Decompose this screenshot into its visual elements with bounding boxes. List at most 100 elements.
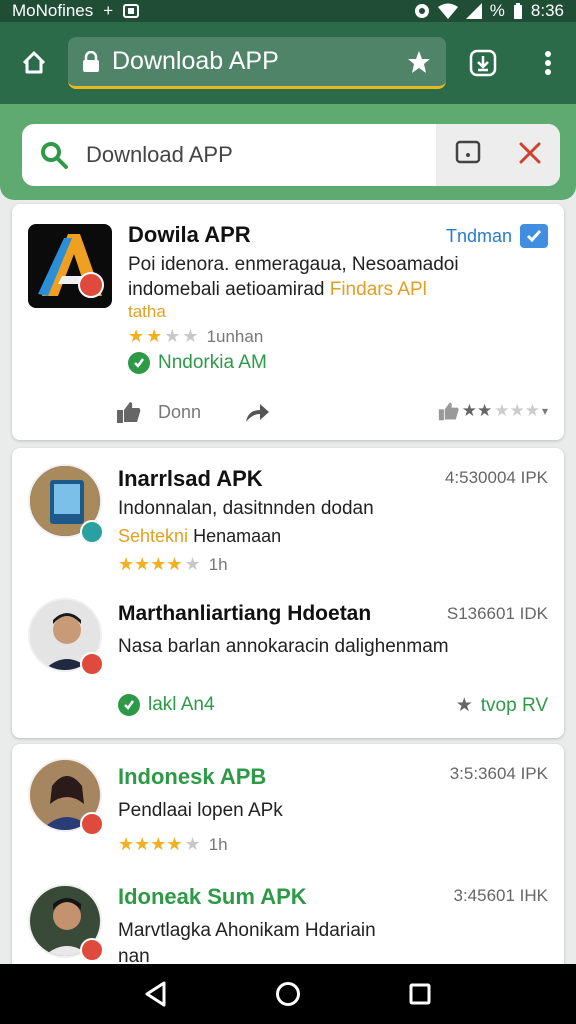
battery-icon (513, 3, 522, 19)
avatar-badge (80, 520, 104, 544)
back-button[interactable] (136, 974, 176, 1014)
thumbs-up-icon (438, 402, 459, 421)
bookmark-star-button[interactable] (406, 49, 432, 75)
result-desc: Marvtlagka Ahonikam Hdariain (118, 920, 376, 941)
result-rating-text: 1h (208, 834, 228, 854)
wifi-icon (437, 3, 458, 19)
star-icon: ★ (182, 326, 199, 346)
like-label: Donn (158, 402, 202, 422)
battery-percent: % (489, 1, 505, 20)
search-input[interactable] (86, 142, 436, 168)
star-icon (408, 50, 430, 73)
featured-title: Dowila APR (128, 222, 251, 247)
search-icon-wrap (22, 141, 86, 169)
clock: 8:36 (530, 1, 564, 20)
result-verified: lakl An4 (118, 694, 215, 716)
app-logo (28, 224, 112, 308)
verified-icon (118, 694, 140, 716)
result-tag-right-text: tvop RV (480, 694, 548, 716)
result-rating: ★★★★ ★ 1h (118, 554, 228, 575)
result-desc: Nasa barlan annokaracin dalighenmam (118, 636, 449, 657)
status-bar: MoNofines + % 8:36 (0, 0, 576, 22)
check-icon (520, 224, 548, 248)
result-rating: ★★★★ ★ 1h (118, 834, 228, 855)
carrier-label: MoNofines (12, 1, 94, 20)
avatar-badge (80, 938, 104, 962)
star-icon: ★ (146, 326, 163, 346)
url-text: Downloab APP (112, 47, 279, 75)
star-icon: ★ (164, 326, 181, 346)
star-icon: ★★ (461, 401, 493, 420)
chevron-down-icon: ▾ (541, 404, 548, 418)
search-box (22, 124, 560, 186)
result-price: 3:5:3604 IPK (449, 764, 548, 783)
url-bar[interactable]: Downloab APP (68, 37, 446, 89)
star-icon: ★★★ (494, 401, 540, 420)
home-button[interactable] (0, 22, 68, 104)
featured-desc-line3: tatha (128, 302, 166, 321)
verified-icon (128, 352, 150, 374)
recents-icon (409, 983, 431, 1005)
result-price: S136601 IDK (446, 604, 548, 623)
more-vert-icon (545, 51, 551, 75)
home-nav-button[interactable] (268, 974, 308, 1014)
result-tag2: Henamaan (193, 526, 282, 546)
rating-summary-button[interactable]: ★★ ★★★ ▾ (438, 400, 548, 422)
trusted-label: Tndman (445, 225, 512, 246)
clear-button[interactable] (519, 142, 541, 169)
result-desc: Pendlaai lopen APk (118, 800, 283, 821)
like-button[interactable] (116, 400, 142, 429)
app-logo-icon (38, 234, 102, 296)
recents-button[interactable] (400, 974, 440, 1014)
result-price: 3:45601 IHK (453, 886, 548, 905)
signal-icon (465, 3, 482, 19)
featured-rating: ★ ★ ★ ★ 1unhan (128, 326, 263, 347)
featured-app-card[interactable]: Dowila APR Tndman Poi idenora. enmeragau… (12, 204, 564, 440)
featured-rating-text: 1unhan (206, 326, 264, 346)
star-icon: ★ (184, 554, 201, 574)
home-circle-icon (276, 982, 300, 1006)
trusted-badge[interactable]: Tndman (446, 224, 548, 248)
app-badge (78, 272, 104, 298)
star-icon: ★ (184, 834, 201, 854)
results-card-1: Inarrlsad APK 4:530004 IPK Indonnalan, d… (12, 448, 564, 738)
search-icon (41, 142, 68, 169)
sync-icon (414, 4, 429, 18)
star-icon: ★★★★ (118, 834, 183, 854)
result-tag-right[interactable]: ★ tvop RV (456, 694, 548, 717)
app-bar: Downloab APP (0, 22, 576, 104)
results-card-2: Indonesk APB 3:5:3604 IPK Pendlaai lopen… (12, 744, 564, 984)
lock-icon (83, 50, 99, 72)
result-title[interactable]: Inarrlsad APK (118, 466, 263, 492)
avatar-badge (80, 652, 104, 676)
comment-button[interactable] (455, 140, 481, 171)
featured-desc-line2: indomebali aetioamirad Findars APl (128, 279, 427, 301)
downloads-button[interactable] (446, 22, 520, 104)
result-title[interactable]: Marthanliartiang Hdoetan (118, 602, 371, 626)
result-price: 4:530004 IPK (444, 468, 548, 487)
result-desc: Indonnalan, dasitnnden dodan (118, 498, 374, 519)
share-icon (246, 404, 269, 422)
result-verified-text: lakl An4 (148, 694, 215, 715)
more-options-button[interactable] (520, 22, 576, 104)
avatar-badge (80, 812, 104, 836)
result-rating-text: 1h (208, 554, 228, 574)
home-icon (22, 51, 46, 74)
result-tags: Sehtekni Henamaan (118, 526, 281, 547)
search-area (0, 104, 576, 200)
download-tab-icon (469, 49, 497, 77)
result-tag: Sehtekni (118, 526, 189, 546)
star-icon: ★★★★ (118, 554, 183, 574)
back-icon (145, 981, 166, 1007)
result-title[interactable]: Idoneak Sum APK (118, 884, 307, 910)
star-icon: ★ (455, 695, 473, 716)
share-button[interactable] (244, 400, 270, 429)
featured-actions: Donn ★★ ★★★ ▾ (12, 396, 564, 428)
comment-icon (455, 140, 481, 163)
plus-label: + (103, 1, 114, 20)
search-actions (436, 124, 560, 186)
system-nav-bar (0, 964, 576, 1024)
close-icon (519, 142, 541, 163)
result-title[interactable]: Indonesk APB (118, 764, 266, 790)
featured-desc-line1: Poi idenora. enmeragaua, Nesoamadoi (128, 254, 459, 275)
